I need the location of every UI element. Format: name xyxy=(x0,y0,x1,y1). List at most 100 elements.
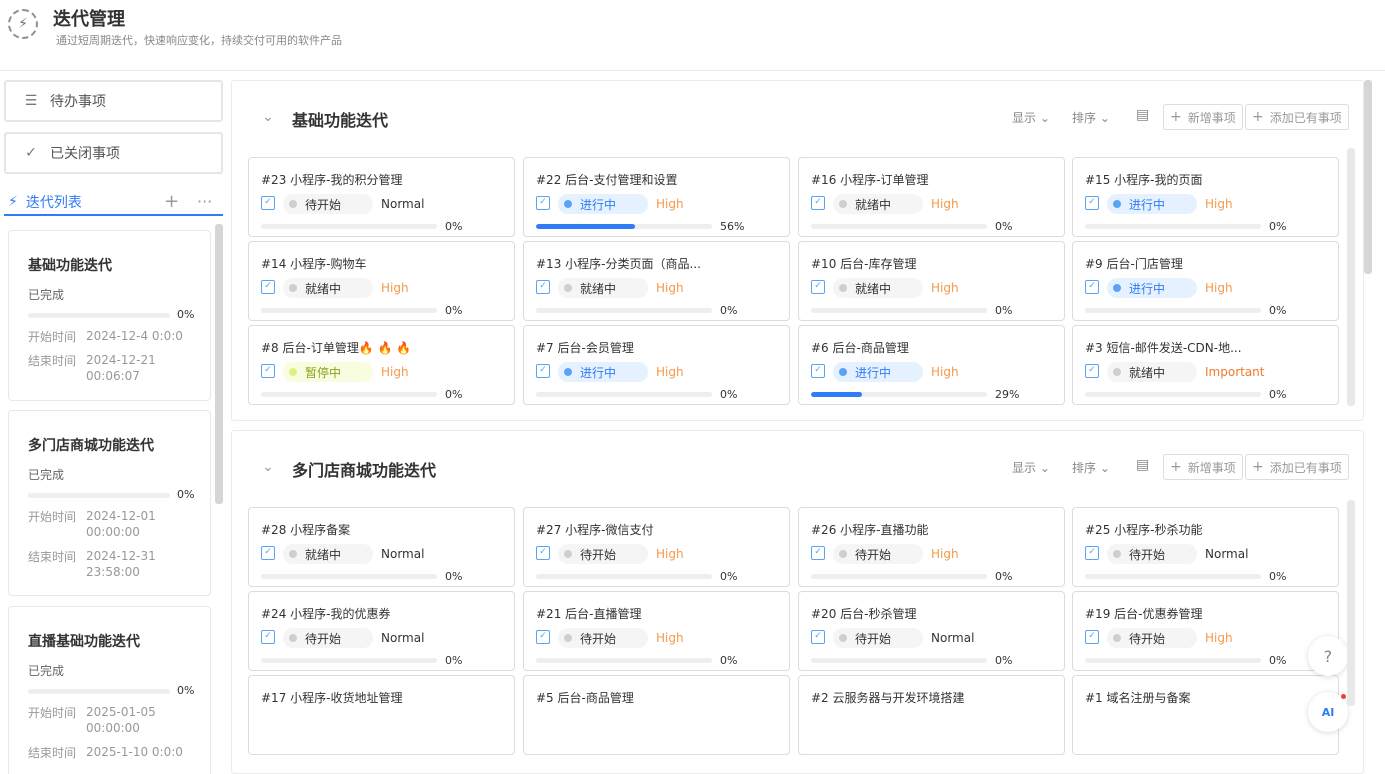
layout-toggle-icon[interactable]: ▤ xyxy=(1136,107,1149,123)
work-item-card[interactable]: #22 后台-支付管理和设置 ✓ 进行中 High 56% xyxy=(523,157,790,237)
work-item-card[interactable]: #1 域名注册与备案 xyxy=(1072,675,1339,755)
task-checkbox-icon[interactable]: ✓ xyxy=(261,196,275,210)
help-button[interactable]: ? xyxy=(1308,636,1348,676)
display-dropdown[interactable]: 显示 ⌄ xyxy=(1012,459,1050,476)
work-item-card[interactable]: #21 后台-直播管理 ✓ 待开始 High 0% xyxy=(523,591,790,671)
task-checkbox-icon[interactable]: ✓ xyxy=(811,196,825,210)
status-badge[interactable]: 待开始 xyxy=(1107,628,1197,648)
ai-assistant-button[interactable]: AI xyxy=(1308,692,1348,732)
status-badge[interactable]: 进行中 xyxy=(1107,278,1197,298)
work-item-card[interactable]: #17 小程序-收货地址管理 xyxy=(248,675,515,755)
task-checkbox-icon[interactable]: ✓ xyxy=(811,280,825,294)
priority-label[interactable]: High xyxy=(381,281,409,295)
iteration-card[interactable]: 基础功能迭代 已完成 0% 开始时间 2024-12-4 0:0:0 结束时间 2024-1… xyxy=(8,230,211,401)
task-checkbox-icon[interactable]: ✓ xyxy=(1085,364,1099,378)
priority-label[interactable]: High xyxy=(931,547,959,561)
work-item-card[interactable]: #6 后台-商品管理 ✓ 进行中 High 29% xyxy=(798,325,1065,405)
work-item-card[interactable]: #27 小程序-微信支付 ✓ 待开始 High 0% xyxy=(523,507,790,587)
work-item-card[interactable]: #10 后台-库存管理 ✓ 就绪中 High 0% xyxy=(798,241,1065,321)
more-icon[interactable]: ··· xyxy=(197,190,212,214)
priority-label[interactable]: High xyxy=(1205,631,1233,645)
work-item-card[interactable]: #9 后台-门店管理 ✓ 进行中 High 0% xyxy=(1072,241,1339,321)
priority-label[interactable]: High xyxy=(931,365,959,379)
work-item-card[interactable]: #8 后台-订单管理🔥 🔥 🔥 ✓ 暂停中 High 0% xyxy=(248,325,515,405)
chevron-down-icon[interactable]: ⌄ xyxy=(262,109,274,125)
status-badge[interactable]: 进行中 xyxy=(833,362,923,382)
task-checkbox-icon[interactable]: ✓ xyxy=(536,280,550,294)
task-checkbox-icon[interactable]: ✓ xyxy=(261,630,275,644)
task-checkbox-icon[interactable]: ✓ xyxy=(1085,546,1099,560)
work-item-card[interactable]: #2 云服务器与开发环境搭建 xyxy=(798,675,1065,755)
display-dropdown[interactable]: 显示 ⌄ xyxy=(1012,109,1050,126)
status-badge[interactable]: 待开始 xyxy=(283,194,373,214)
sidebar-scrollbar[interactable] xyxy=(215,224,223,504)
status-badge[interactable]: 待开始 xyxy=(833,628,923,648)
status-badge[interactable]: 待开始 xyxy=(833,544,923,564)
task-checkbox-icon[interactable]: ✓ xyxy=(1085,280,1099,294)
add-existing-item-button[interactable]: + 添加已有事项 xyxy=(1245,104,1349,130)
sort-dropdown[interactable]: 排序 ⌄ xyxy=(1072,109,1110,126)
work-item-card[interactable]: #15 小程序-我的页面 ✓ 进行中 High 0% xyxy=(1072,157,1339,237)
task-checkbox-icon[interactable]: ✓ xyxy=(536,546,550,560)
priority-label[interactable]: High xyxy=(656,365,684,379)
task-checkbox-icon[interactable]: ✓ xyxy=(811,630,825,644)
priority-label[interactable]: High xyxy=(931,197,959,211)
status-badge[interactable]: 进行中 xyxy=(558,194,648,214)
status-badge[interactable]: 暂停中 xyxy=(283,362,373,382)
priority-label[interactable]: Normal xyxy=(931,631,974,645)
status-badge[interactable]: 就绪中 xyxy=(558,278,648,298)
task-checkbox-icon[interactable]: ✓ xyxy=(811,546,825,560)
task-checkbox-icon[interactable]: ✓ xyxy=(1085,630,1099,644)
task-checkbox-icon[interactable]: ✓ xyxy=(811,364,825,378)
panel-scrollbar[interactable] xyxy=(1347,500,1355,706)
add-item-button[interactable]: + 新增事项 xyxy=(1163,104,1243,130)
priority-label[interactable]: High xyxy=(931,281,959,295)
priority-label[interactable]: High xyxy=(656,197,684,211)
priority-label[interactable]: Normal xyxy=(381,631,424,645)
work-item-card[interactable]: #25 小程序-秒杀功能 ✓ 待开始 Normal 0% xyxy=(1072,507,1339,587)
work-item-card[interactable]: #5 后台-商品管理 xyxy=(523,675,790,755)
status-badge[interactable]: 就绪中 xyxy=(283,544,373,564)
task-checkbox-icon[interactable]: ✓ xyxy=(1085,196,1099,210)
priority-label[interactable]: High xyxy=(381,365,409,379)
work-item-card[interactable]: #24 小程序-我的优惠券 ✓ 待开始 Normal 0% xyxy=(248,591,515,671)
priority-label[interactable]: Important xyxy=(1205,365,1265,379)
work-item-card[interactable]: #26 小程序-直播功能 ✓ 待开始 High 0% xyxy=(798,507,1065,587)
iteration-card[interactable]: 直播基础功能迭代 已完成 0% 开始时间 2025-01-05 00:00:00 结束时间… xyxy=(8,606,211,774)
status-badge[interactable]: 待开始 xyxy=(558,544,648,564)
todo-items-button[interactable]: ☰ 待办事项 xyxy=(4,80,223,122)
iteration-list-tab[interactable]: ⚡ 迭代列表 + ··· xyxy=(4,190,223,216)
work-item-card[interactable]: #16 小程序-订单管理 ✓ 就绪中 High 0% xyxy=(798,157,1065,237)
chevron-down-icon[interactable]: ⌄ xyxy=(262,459,274,475)
priority-label[interactable]: High xyxy=(1205,281,1233,295)
work-item-card[interactable]: #14 小程序-购物车 ✓ 就绪中 High 0% xyxy=(248,241,515,321)
status-badge[interactable]: 就绪中 xyxy=(833,194,923,214)
main-scrollbar[interactable] xyxy=(1364,80,1372,274)
status-badge[interactable]: 进行中 xyxy=(1107,194,1197,214)
status-badge[interactable]: 就绪中 xyxy=(283,278,373,298)
work-item-card[interactable]: #19 后台-优惠券管理 ✓ 待开始 High 0% xyxy=(1072,591,1339,671)
status-badge[interactable]: 就绪中 xyxy=(1107,362,1197,382)
priority-label[interactable]: High xyxy=(656,281,684,295)
priority-label[interactable]: Normal xyxy=(381,197,424,211)
priority-label[interactable]: High xyxy=(1205,197,1233,211)
add-existing-item-button[interactable]: + 添加已有事项 xyxy=(1245,454,1349,480)
task-checkbox-icon[interactable]: ✓ xyxy=(536,630,550,644)
priority-label[interactable]: Normal xyxy=(1205,547,1248,561)
panel-scrollbar[interactable] xyxy=(1347,148,1355,406)
add-iteration-icon[interactable]: + xyxy=(164,190,179,214)
work-item-card[interactable]: #13 小程序-分类页面（商品... ✓ 就绪中 High 0% xyxy=(523,241,790,321)
task-checkbox-icon[interactable]: ✓ xyxy=(536,196,550,210)
task-checkbox-icon[interactable]: ✓ xyxy=(261,280,275,294)
work-item-card[interactable]: #3 短信-邮件发送-CDN-地... ✓ 就绪中 Important 0% xyxy=(1072,325,1339,405)
work-item-card[interactable]: #23 小程序-我的积分管理 ✓ 待开始 Normal 0% xyxy=(248,157,515,237)
task-checkbox-icon[interactable]: ✓ xyxy=(261,546,275,560)
task-checkbox-icon[interactable]: ✓ xyxy=(261,364,275,378)
add-item-button[interactable]: + 新增事项 xyxy=(1163,454,1243,480)
priority-label[interactable]: High xyxy=(656,631,684,645)
work-item-card[interactable]: #20 后台-秒杀管理 ✓ 待开始 Normal 0% xyxy=(798,591,1065,671)
iteration-card[interactable]: 多门店商城功能迭代 已完成 0% 开始时间 2024-12-01 00:00:00 结束时… xyxy=(8,410,211,596)
status-badge[interactable]: 进行中 xyxy=(558,362,648,382)
closed-items-button[interactable]: ✓ 已关闭事项 xyxy=(4,132,223,174)
status-badge[interactable]: 待开始 xyxy=(283,628,373,648)
